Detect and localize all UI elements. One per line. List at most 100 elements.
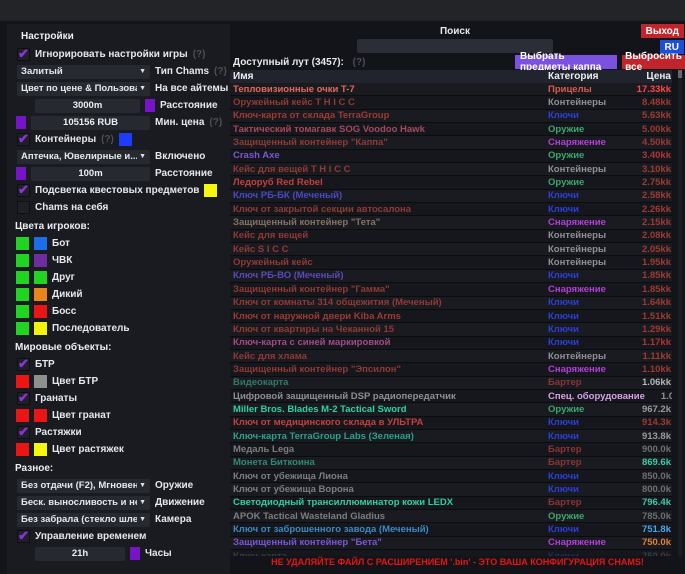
column-header-category[interactable]: Категория: [548, 71, 626, 82]
quest-highlight-color-swatch[interactable]: [204, 184, 217, 197]
loot-row[interactable]: Ключ-карта от склада TerraGroupКлючи5.63…: [230, 110, 672, 123]
loot-row[interactable]: Ключ от закрытой секции автосалонаКлючи2…: [230, 203, 672, 216]
visible-color-swatch[interactable]: [16, 237, 29, 250]
player-color-swatch[interactable]: [34, 305, 47, 318]
world-object-row: Цвет БТР: [7, 373, 230, 390]
loot-row[interactable]: Ключ РБ-БК (Меченый)Ключи2.58kk: [230, 190, 672, 203]
help-icon[interactable]: (?): [209, 117, 222, 128]
loot-row[interactable]: Ключ-карта с синей маркировкойКлючи1.17k…: [230, 337, 672, 350]
player-color-swatch[interactable]: [34, 322, 47, 335]
loot-row[interactable]: Защищенный контейнер "Бета"Снаряжение750…: [230, 537, 672, 550]
chams-self-checkbox[interactable]: [17, 201, 30, 214]
loot-row[interactable]: Защищенный контейнер "Гамма"Снаряжение1.…: [230, 283, 672, 296]
loot-row[interactable]: Медаль LegaБартер900.0k: [230, 443, 672, 456]
discard-all-button[interactable]: Выбросить все: [622, 55, 685, 69]
loot-row[interactable]: Ключ от заброшенного завода (Меченый)Клю…: [230, 523, 672, 536]
loot-row[interactable]: Светодиодный трансиллюминатор кожи LEDXБ…: [230, 497, 672, 510]
help-icon[interactable]: (?): [193, 49, 206, 60]
loot-row[interactable]: Оружейный кейсКонтейнеры1.95kk: [230, 256, 672, 269]
containers-color-swatch[interactable]: [119, 133, 132, 146]
object-color-swatch[interactable]: [34, 375, 47, 388]
player-color-swatch[interactable]: [34, 237, 47, 250]
object-color-swatch[interactable]: [34, 443, 47, 456]
object-color-swatch[interactable]: [16, 375, 29, 388]
loot-row[interactable]: Miller Bros. Blades M-2 Tactical SwordОр…: [230, 403, 672, 416]
loot-row[interactable]: ВидеокартаБартер1.06kk: [230, 377, 672, 390]
loot-row[interactable]: Ключ-карта TerraGroup Labs (Зеленая)Ключ…: [230, 430, 672, 443]
player-color-swatch[interactable]: [34, 271, 47, 284]
loot-row[interactable]: Ключ от комнаты 314 общежития (Меченый)К…: [230, 297, 672, 310]
loot-row[interactable]: Ключ от медицинского склада в УЛЬТРАКлюч…: [230, 417, 672, 430]
distance-row: 3000m Расстояние: [7, 97, 230, 114]
chams-type-dropdown[interactable]: Залитый ▼: [17, 65, 150, 79]
item-name: Светодиодный трансиллюминатор кожи LEDX: [230, 497, 548, 508]
quest-highlight-checkbox[interactable]: [17, 184, 30, 197]
color-mode-dropdown[interactable]: Цвет по цене & Пользователь ▼: [17, 82, 150, 96]
exit-button[interactable]: Выход: [641, 24, 684, 38]
visible-color-swatch[interactable]: [16, 254, 29, 267]
world-object-checkbox[interactable]: [17, 358, 30, 371]
loot-row[interactable]: Защищенный контейнер "Каппа"Снаряжение4.…: [230, 136, 672, 149]
distance-color-swatch[interactable]: [145, 99, 155, 112]
loot-row[interactable]: Ключ РБ-ВО (Меченый)Ключи1.85kk: [230, 270, 672, 283]
container-distance-color-swatch[interactable]: [16, 167, 26, 180]
hours-input[interactable]: 21h: [35, 547, 125, 561]
help-icon[interactable]: (?): [101, 134, 114, 145]
containers-checkbox[interactable]: [17, 133, 30, 146]
object-color-swatch[interactable]: [16, 443, 29, 456]
object-color-swatch[interactable]: [34, 409, 47, 422]
loot-row[interactable]: Ключ-карта ...Ключи750.0k: [230, 550, 672, 556]
table-scrollbar[interactable]: [678, 70, 682, 556]
item-price: 1.00kk: [645, 391, 672, 402]
loot-row[interactable]: Защищенный контейнер "Тета"Снаряжение2.1…: [230, 216, 672, 229]
item-name: APOK Tactical Wasteland Gladius: [230, 511, 548, 522]
distance-input[interactable]: 3000m: [35, 99, 140, 113]
movement-dropdown[interactable]: Беск. выносливость и нет уста ▼: [17, 496, 150, 510]
ignore-game-settings-checkbox[interactable]: [17, 48, 30, 61]
object-color-swatch[interactable]: [16, 409, 29, 422]
weapon-dropdown[interactable]: Без отдачи (F2), Мгновенное п ▼: [17, 479, 150, 493]
visible-color-swatch[interactable]: [16, 305, 29, 318]
player-color-swatch[interactable]: [34, 254, 47, 267]
loot-row[interactable]: Crash AxeОружие3.40kk: [230, 150, 672, 163]
container-filter-dropdown[interactable]: Аптечка, Ювелирные и... ▼: [17, 150, 150, 164]
min-price-input[interactable]: 105156 RUB: [31, 116, 150, 130]
item-category: Бартер: [548, 497, 626, 508]
loot-row[interactable]: Цифровой защищенный DSP радиопередатчикС…: [230, 390, 672, 403]
time-control-checkbox[interactable]: [17, 530, 30, 543]
column-header-price[interactable]: Цена: [626, 71, 672, 82]
item-name: Медаль Lega: [230, 444, 548, 455]
hours-color-swatch[interactable]: [130, 547, 140, 560]
column-header-name[interactable]: Имя: [230, 71, 548, 82]
loot-row[interactable]: Ключ от квартиры на Чеканной 15Ключи1.29…: [230, 323, 672, 336]
world-object-checkbox[interactable]: [17, 426, 30, 439]
select-kappa-items-button[interactable]: Выбрать предметы каппа: [515, 55, 617, 69]
loot-row[interactable]: Тепловизионные очки T-7Прицелы17.33kk: [230, 83, 672, 96]
loot-row[interactable]: APOK Tactical Wasteland GladiusОружие785…: [230, 510, 672, 523]
camera-dropdown[interactable]: Без забрала (стекло шлема) ▼: [17, 513, 150, 527]
loot-row[interactable]: Кейс для вещейКонтейнеры2.08kk: [230, 230, 672, 243]
loot-row[interactable]: Кейс S I C CКонтейнеры2.05kk: [230, 243, 672, 256]
visible-color-swatch[interactable]: [16, 322, 29, 335]
item-category: Ключи: [548, 324, 626, 335]
loot-row[interactable]: Ключ от наружной двери Kiba ArmsКлючи1.5…: [230, 310, 672, 323]
loot-row[interactable]: Кейс для хламаКонтейнеры1.11kk: [230, 350, 672, 363]
loot-row[interactable]: Ключ от убежища ВоронаКлючи800.0k: [230, 483, 672, 496]
visible-color-swatch[interactable]: [16, 271, 29, 284]
loot-row[interactable]: Оружейный кейс T H I C CКонтейнеры8.48kk: [230, 96, 672, 109]
loot-row[interactable]: Тактический томагавк SOG Voodoo HawkОруж…: [230, 123, 672, 136]
item-name: Видеокарта: [230, 377, 548, 388]
help-icon[interactable]: (?): [214, 66, 227, 77]
scrollbar-thumb[interactable]: [678, 70, 682, 78]
visible-color-swatch[interactable]: [16, 288, 29, 301]
loot-row[interactable]: Кейс для вещей T H I C CКонтейнеры3.10kk: [230, 163, 672, 176]
loot-row[interactable]: Монета БиткоинаБартер869.6k: [230, 457, 672, 470]
loot-row[interactable]: Ключ от убежища ЛионаКлючи850.0k: [230, 470, 672, 483]
loot-row[interactable]: Защищенный контейнер "Эпсилон"Снаряжение…: [230, 363, 672, 376]
container-distance-input[interactable]: 100m: [31, 167, 150, 181]
player-color-swatch[interactable]: [34, 288, 47, 301]
help-icon[interactable]: (?): [353, 57, 366, 68]
world-object-checkbox[interactable]: [17, 392, 30, 405]
min-price-color-swatch[interactable]: [16, 116, 26, 129]
loot-row[interactable]: Ледоруб Red RebelОружие2.75kk: [230, 176, 672, 189]
